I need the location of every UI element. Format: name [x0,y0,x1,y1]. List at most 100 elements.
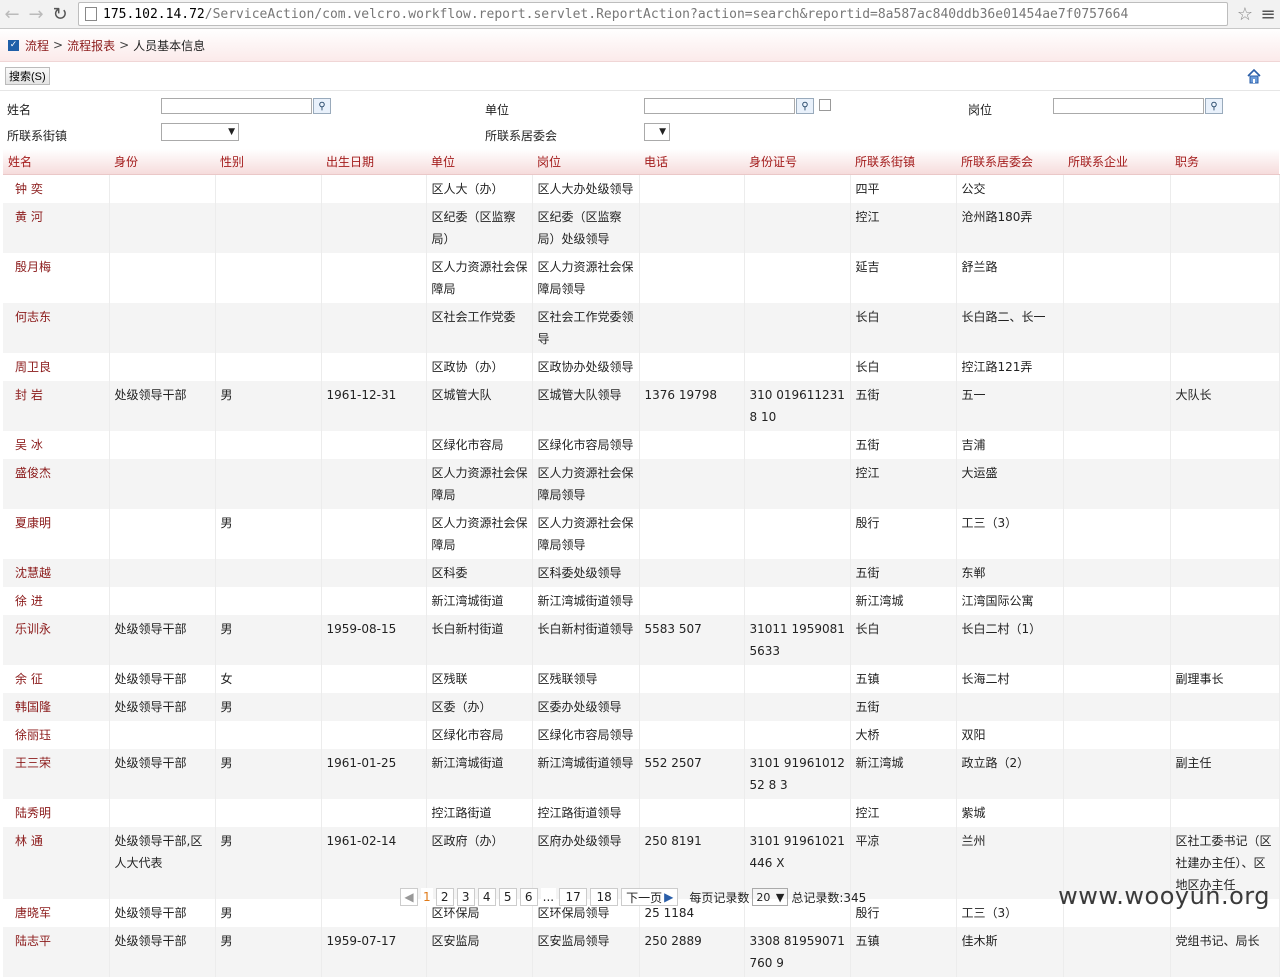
name-lookup-icon[interactable]: ⚲ [313,98,331,114]
col-name-cell[interactable]: 林 通 [3,827,109,899]
menu-icon[interactable]: ≡ [1256,4,1280,25]
col-phone-header[interactable]: 电话 [639,149,744,175]
col-name-cell[interactable]: 黄 河 [3,203,109,253]
search-button[interactable]: 搜索(S) [5,67,50,85]
col-street-header[interactable]: 所联系街镇 [850,149,956,175]
post-lookup-icon[interactable]: ⚲ [1205,98,1223,114]
col-name-cell[interactable]: 陆秀明 [3,799,109,827]
breadcrumb-flow-link[interactable]: 流程 [25,37,49,54]
col-id-number-cell [744,303,850,353]
col-identity-cell [109,799,215,827]
col-name-cell[interactable]: 沈慧越 [3,559,109,587]
col-name-cell[interactable]: 唐晓军 [3,899,109,927]
col-name-cell[interactable]: 封 岩 [3,381,109,431]
unit-input[interactable] [644,98,795,114]
col-unit-cell: 区城管大队 [426,381,532,431]
col-committee-header[interactable]: 所联系居委会 [956,149,1063,175]
name-input[interactable] [161,98,312,114]
prev-page-icon[interactable]: ◀ [400,888,418,906]
table-row[interactable]: 沈慧越区科委区科委处级领导五街东郸 [3,559,1279,587]
post-input[interactable] [1053,98,1204,114]
col-identity-cell: 处级领导干部 [109,615,215,665]
unit-checkbox[interactable] [819,99,831,111]
col-unit-header[interactable]: 单位 [426,149,532,175]
next-page-button[interactable]: 下一页 ▶ [621,888,678,906]
col-street-cell: 长白 [850,615,956,665]
col-id-number-header[interactable]: 身份证号 [744,149,850,175]
col-name-cell[interactable]: 殷月梅 [3,253,109,303]
page-link[interactable]: 4 [478,888,496,906]
col-committee-cell: 江湾国际公寓 [956,587,1063,615]
breadcrumb-reports-link[interactable]: 流程报表 [67,37,115,54]
col-duty-header[interactable]: 职务 [1170,149,1279,175]
table-header-row: 姓名身份性别出生日期单位岗位电话身份证号所联系街镇所联系居委会所联系企业职务 [3,149,1279,175]
col-name-cell[interactable]: 徐 进 [3,587,109,615]
col-name-cell[interactable]: 徐丽珏 [3,721,109,749]
table-body: 钟 奕区人大（办）区人大办处级领导四平公交黄 河区纪委（区监察局）区纪委（区监察… [3,175,1279,977]
col-birthdate-cell [321,303,426,353]
table-row[interactable]: 陆秀明控江路街道控江路街道领导控江紫城 [3,799,1279,827]
table-row[interactable]: 周卫良区政协（办）区政协办处级领导长白控江路121弄 [3,353,1279,381]
table-row[interactable]: 吴 冰区绿化市容局区绿化市容局领导五街吉浦 [3,431,1279,459]
col-name-cell[interactable]: 余 征 [3,665,109,693]
col-name-cell[interactable]: 夏康明 [3,509,109,559]
col-committee-cell: 佳木斯 [956,927,1063,977]
table-row[interactable]: 殷月梅区人力资源社会保障局区人力资源社会保障局领导延吉舒兰路 [3,253,1279,303]
col-enterprise-cell [1063,459,1170,509]
reload-icon[interactable]: ↻ [48,2,72,26]
col-name-cell[interactable]: 周卫良 [3,353,109,381]
per-page-select[interactable]: 20▼ [752,888,788,906]
col-birthdate-cell [321,431,426,459]
col-name-cell[interactable]: 王三荣 [3,749,109,799]
col-id-number-cell [744,431,850,459]
table-row[interactable]: 徐丽珏区绿化市容局区绿化市容局领导大桥双阳 [3,721,1279,749]
col-gender-header[interactable]: 性别 [215,149,321,175]
col-id-number-cell [744,509,850,559]
page-link[interactable]: 17 [559,888,587,906]
col-identity-header[interactable]: 身份 [109,149,215,175]
col-identity-cell [109,559,215,587]
table-row[interactable]: 黄 河区纪委（区监察局）区纪委（区监察局）处级领导控江沧州路180弄 [3,203,1279,253]
dropdown-arrow-icon: ▼ [776,891,784,904]
col-name-cell[interactable]: 钟 奕 [3,175,109,204]
address-bar[interactable]: 175.102.14.72/ServiceAction/com.velcro.w… [78,2,1228,26]
table-row[interactable]: 乐训永处级领导干部男1959-08-15长白新村街道长白新村街道领导5583 5… [3,615,1279,665]
col-name-cell[interactable]: 何志东 [3,303,109,353]
street-select[interactable]: ▼ [161,123,239,141]
page-link[interactable]: 5 [499,888,517,906]
page-link[interactable]: 6 [520,888,538,906]
col-identity-cell [109,175,215,204]
col-name-header[interactable]: 姓名 [3,149,109,175]
col-street-cell: 延吉 [850,253,956,303]
table-row[interactable]: 王三荣处级领导干部男1961-01-25新江湾城街道新江湾城街道领导552 25… [3,749,1279,799]
forward-icon[interactable]: → [24,2,48,26]
table-row[interactable]: 钟 奕区人大（办）区人大办处级领导四平公交 [3,175,1279,204]
col-post-header[interactable]: 岗位 [532,149,639,175]
table-row[interactable]: 夏康明男区人力资源社会保障局区人力资源社会保障局领导殷行工三（3） [3,509,1279,559]
table-row[interactable]: 余 征处级领导干部女区残联区残联领导五镇长海二村副理事长 [3,665,1279,693]
home-icon[interactable] [1246,68,1262,84]
table-row[interactable]: 盛俊杰区人力资源社会保障局区人力资源社会保障局领导控江大运盛 [3,459,1279,509]
unit-lookup-icon[interactable]: ⚲ [796,98,814,114]
page-link[interactable]: 3 [457,888,475,906]
col-name-cell[interactable]: 乐训永 [3,615,109,665]
table-row[interactable]: 徐 进新江湾城街道新江湾城街道领导新江湾城江湾国际公寓 [3,587,1279,615]
table-row[interactable]: 封 岩处级领导干部男1961-12-31区城管大队区城管大队领导1376 197… [3,381,1279,431]
col-name-cell[interactable]: 吴 冰 [3,431,109,459]
col-post-cell: 区城管大队领导 [532,381,639,431]
table-row[interactable]: 陆志平处级领导干部男1959-07-17区安监局区安监局领导250 288933… [3,927,1279,977]
page-link[interactable]: 18 [590,888,618,906]
committee-select[interactable]: ▼ [644,123,670,141]
col-enterprise-header[interactable]: 所联系企业 [1063,149,1170,175]
table-row[interactable]: 何志东区社会工作党委区社会工作党委领导长白长白路二、长一 [3,303,1279,353]
back-icon[interactable]: ← [0,2,24,26]
bookmark-star-icon[interactable]: ☆ [1234,4,1256,25]
col-name-cell[interactable]: 陆志平 [3,927,109,977]
col-name-cell[interactable]: 盛俊杰 [3,459,109,509]
table-row[interactable]: 韩国隆处级领导干部男区委（办）区委办处级领导五街 [3,693,1279,721]
col-birthdate-header[interactable]: 出生日期 [321,149,426,175]
col-id-number-cell [744,693,850,721]
col-duty-cell: 副主任 [1170,749,1279,799]
col-name-cell[interactable]: 韩国隆 [3,693,109,721]
page-link[interactable]: 2 [436,888,454,906]
